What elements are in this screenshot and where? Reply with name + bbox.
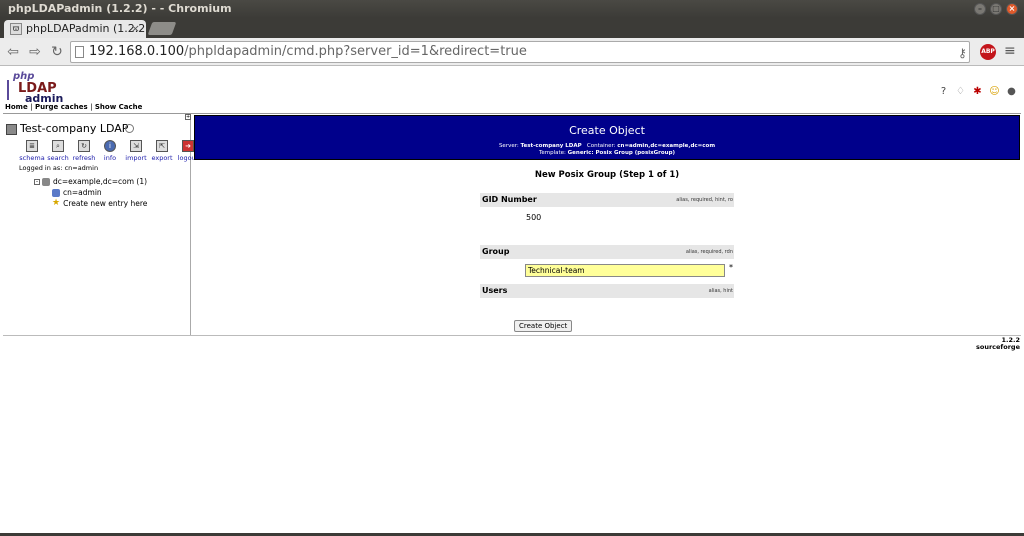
- tool-info[interactable]: i info: [97, 140, 123, 162]
- gid-number-value: 500: [526, 213, 542, 222]
- new-tab-button[interactable]: [147, 22, 177, 35]
- top-icons: ? ♢ ✱ ☺ ●: [937, 85, 1018, 98]
- nav-links: Home | Purge caches | Show Cache: [5, 103, 143, 111]
- domain-icon: [42, 177, 50, 186]
- reload-icon[interactable]: ↻: [48, 43, 66, 61]
- tool-schema[interactable]: ≣ schema: [19, 140, 45, 162]
- menu-icon[interactable]: ≡: [1004, 43, 1016, 59]
- server-tools: ≣ schema ⌕ search ↻ refresh i info ⇲ imp…: [19, 140, 201, 162]
- light-icon[interactable]: ♢: [954, 85, 967, 98]
- help-icon[interactable]: ?: [937, 85, 950, 98]
- divider-bottom: [3, 335, 1021, 336]
- window-title: phpLDAPadmin (1.2.2) - - Chromium: [8, 2, 232, 15]
- page: php LDAP admin ? ♢ ✱ ☺ ● Home | Purge ca…: [0, 67, 1024, 534]
- attr-gid-number: GID Number alias, required, hint, ro: [480, 193, 734, 207]
- header-subtitle: Server: Test-company LDAP Container: cn=…: [498, 143, 716, 156]
- info-icon: i: [104, 140, 116, 152]
- purge-caches-link[interactable]: Purge caches: [35, 103, 88, 111]
- group-input[interactable]: Technical-team: [525, 264, 725, 277]
- attr-users: Users alias, hint: [480, 284, 734, 298]
- page-icon: [75, 46, 84, 58]
- clock-icon[interactable]: [125, 124, 134, 133]
- phpldapadmin-logo[interactable]: php LDAP admin: [5, 71, 67, 105]
- tool-refresh[interactable]: ↻ refresh: [71, 140, 97, 162]
- adblock-icon[interactable]: ABP: [980, 44, 996, 60]
- attr-group: Group alias, required, rdn: [480, 245, 734, 259]
- window-controls: – □ ×: [974, 3, 1018, 15]
- page-title: Create Object: [569, 124, 645, 137]
- favicon-icon: ϖ: [10, 23, 22, 35]
- star-icon: ★: [52, 198, 61, 208]
- tab-strip: ϖ phpLDAPadmin (1.2.2 ×: [0, 18, 1024, 38]
- tab-title: phpLDAPadmin (1.2.2: [26, 22, 146, 35]
- tool-import[interactable]: ⇲ import: [123, 140, 149, 162]
- user-icon: [52, 188, 60, 197]
- key-icon[interactable]: ⚷: [958, 46, 967, 60]
- maximize-button[interactable]: □: [990, 3, 1002, 15]
- required-mark: *: [729, 263, 733, 272]
- back-icon[interactable]: ⇦: [4, 43, 22, 61]
- sourceforge-logo[interactable]: sourceforge: [976, 344, 1020, 351]
- search-icon: ⌕: [52, 140, 64, 152]
- expand-icon[interactable]: –: [34, 178, 40, 185]
- browser-toolbar: ⇦ ⇨ ↻ 192.168.0.100/phpldapadmin/cmd.php…: [0, 38, 1024, 66]
- forward-icon[interactable]: ⇨: [26, 43, 44, 61]
- main-content: Create Object Server: Test-company LDAP …: [194, 115, 1020, 335]
- donate-icon[interactable]: ●: [1005, 85, 1018, 98]
- window-titlebar: phpLDAPadmin (1.2.2) - - Chromium – □ ×: [0, 0, 1024, 18]
- create-object-button[interactable]: Create Object: [514, 320, 573, 332]
- minimize-button[interactable]: –: [974, 3, 986, 15]
- tool-export[interactable]: ⇱ export: [149, 140, 175, 162]
- collapse-icon[interactable]: +: [185, 114, 191, 120]
- refresh-icon: ↻: [78, 140, 90, 152]
- tab-close-icon[interactable]: ×: [131, 20, 140, 38]
- tree-item-admin[interactable]: cn=admin: [34, 187, 147, 198]
- close-window-button[interactable]: ×: [1006, 3, 1018, 15]
- schema-icon: ≣: [26, 140, 38, 152]
- tree-root[interactable]: – dc=example,dc=com (1): [34, 176, 147, 187]
- server-name[interactable]: Test-company LDAP: [20, 122, 128, 135]
- url-host: 192.168.0.100: [89, 44, 185, 59]
- create-object-header: Create Object Server: Test-company LDAP …: [194, 115, 1020, 160]
- smiley-icon[interactable]: ☺: [988, 85, 1001, 98]
- export-icon: ⇱: [156, 140, 168, 152]
- home-link[interactable]: Home: [5, 103, 28, 111]
- show-cache-link[interactable]: Show Cache: [95, 103, 142, 111]
- step-title: New Posix Group (Step 1 of 1): [534, 170, 680, 180]
- tree-item-create[interactable]: ★ Create new entry here: [34, 198, 147, 209]
- logged-in-text: Logged in as: cn=admin: [19, 164, 99, 172]
- footer: 1.2.2 sourceforge: [976, 337, 1020, 351]
- browser-tab[interactable]: ϖ phpLDAPadmin (1.2.2 ×: [4, 20, 146, 38]
- server-icon: [6, 124, 17, 135]
- bug-icon[interactable]: ✱: [971, 85, 984, 98]
- sidebar: + Test-company LDAP ≣ schema ⌕ search ↻ …: [3, 114, 198, 335]
- logout-icon: ➜: [182, 140, 194, 152]
- import-icon: ⇲: [130, 140, 142, 152]
- address-bar[interactable]: 192.168.0.100/phpldapadmin/cmd.php?serve…: [70, 41, 970, 63]
- url-path: /phpldapadmin/cmd.php?server_id=1&redire…: [184, 44, 527, 59]
- ldap-tree: – dc=example,dc=com (1) cn=admin ★ Creat…: [34, 176, 147, 209]
- tool-search[interactable]: ⌕ search: [45, 140, 71, 162]
